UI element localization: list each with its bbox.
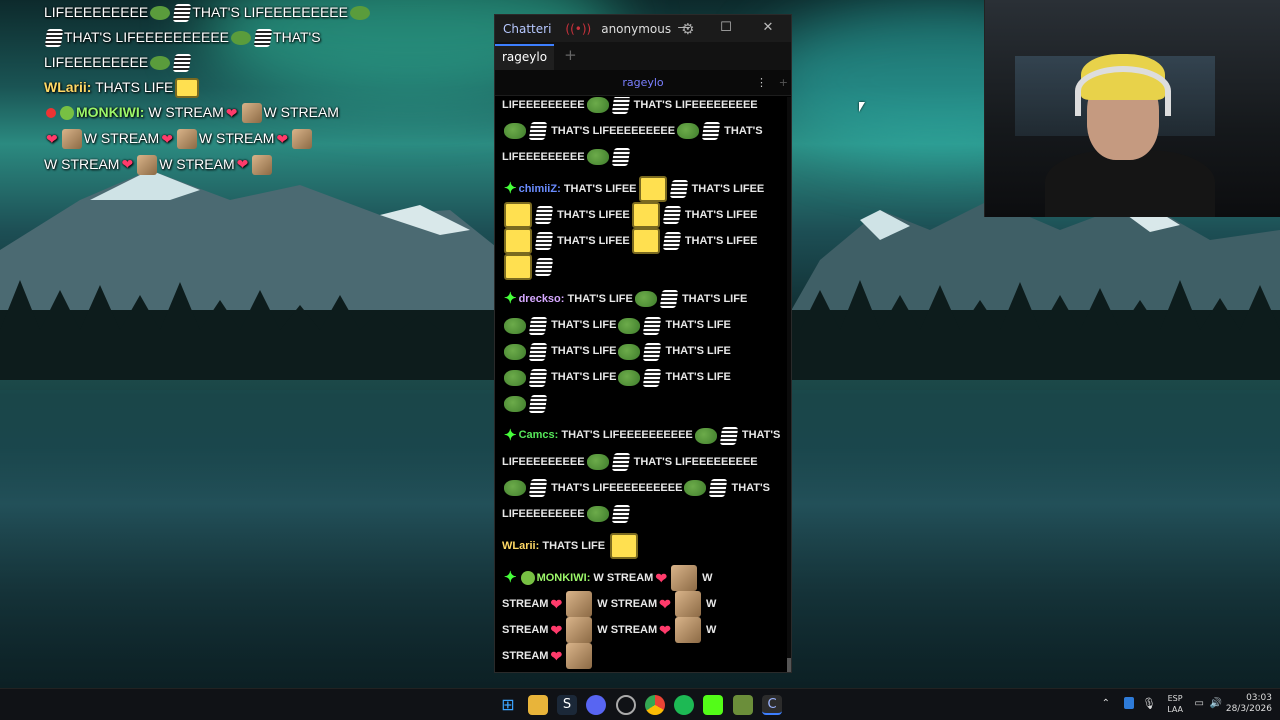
stream-chat-overlay: LIFEEEEEEEEE THAT'S LIFEEEEEEEEE THAT'S L… [44,0,374,180]
channel-title[interactable]: rageylo [622,76,663,89]
overlay-line: ❤ W STREAM ❤ W STREAM ❤ [44,126,374,152]
split-menu-icon[interactable]: ⋮ [756,70,767,96]
chat-message: WLarii: THATS LIFE [502,532,784,559]
badge-icon: ✦ [504,290,517,308]
minecraft-icon[interactable] [733,695,753,715]
scrollbar-thumb[interactable] [787,658,791,672]
microphone-icon[interactable]: 🎙 [1142,697,1156,710]
kick-icon[interactable] [703,695,723,715]
overlay-line: WLarii: THATS LIFE [44,75,374,100]
title-bar[interactable]: Chatteri ((•)) anonymous ⚙ — ☐ ✕ [495,15,791,42]
chat-messages[interactable]: LIFEEEEEEEEE THAT'S LIFEEEEEEEEE THAT'S … [495,97,791,672]
chat-message: ✦ MONKIWI: W STREAM ❤ W STREAM ❤ W STREAM ❤ … [502,564,784,670]
overlay-username: MONKIWI [76,104,140,120]
overlay-line: W STREAM ❤ W STREAM ❤ [44,152,374,178]
badge-icon [520,570,535,585]
close-button[interactable]: ✕ [753,15,783,42]
start-icon[interactable]: ⊞ [498,695,518,715]
security-icon[interactable] [1124,697,1134,709]
chat-message: LIFEEEEEEEEE THAT'S LIFEEEEEEEEE THAT'S … [502,97,784,170]
chat-message: ✦ chimiiZ: THAT'S LIFEE THAT'S LIFEE THAT… [502,176,784,281]
chevron-up-icon[interactable]: ⌃ [1102,698,1110,709]
username[interactable]: chimiiZ [519,183,558,195]
discord-icon[interactable] [586,695,606,715]
add-tab-button[interactable]: + [564,46,577,70]
maximize-button[interactable]: ☐ [711,15,741,42]
username[interactable]: drecksо [519,293,561,305]
chatterino-window[interactable]: Chatteri ((•)) anonymous ⚙ — ☐ ✕ rageylo… [494,14,792,673]
taskbar: ⊞ S C ⌃ 🎙 ESP LAA ▭ 🔊 03:03 28/3/2026 [0,688,1280,720]
minimize-button[interactable]: — [669,15,699,42]
overlay-username: WLarii [44,79,87,95]
volume-icon[interactable]: 🔊 [1210,698,1222,709]
chat-message: ✦ Camcs: THAT'S LIFEEEEEEEEEE THAT'S LIFE… [502,422,784,526]
chatterino-taskbar-icon[interactable]: C [762,695,782,715]
username[interactable]: WLarii [502,540,536,552]
obs-icon[interactable] [616,695,636,715]
language-indicator[interactable]: ESP LAA [1167,693,1183,715]
mouse-cursor-icon [859,102,865,112]
account-switcher[interactable]: anonymous [601,22,671,36]
username[interactable]: MONKIWI [537,572,587,584]
app-title: Chatteri [503,21,552,36]
badge-icon: ✦ [504,568,517,586]
overlay-line: LIFEEEEEEEEE THAT'S LIFEEEEEEEEE [44,0,374,25]
webcam-person-body [1045,150,1215,217]
scrollbar[interactable] [787,97,791,672]
tab-rageylo[interactable]: rageylo [495,44,555,70]
add-split-button[interactable]: + [779,70,788,96]
webcam-headphones [1075,66,1171,116]
overlay-line: LIFEEEEEEEEE [44,50,374,75]
chrome-icon[interactable] [645,695,665,715]
tab-bar: rageylo + [495,42,791,70]
broadcast-icon[interactable]: ((•)) [565,22,591,36]
spotify-icon[interactable] [674,695,694,715]
file-explorer-icon[interactable] [528,695,548,715]
split-header[interactable]: rageylo ⋮ + [495,70,791,96]
badge-icon: ✦ [504,426,517,444]
overlay-line: THAT'S LIFEEEEEEEEEE THAT'S [44,25,374,50]
steam-icon[interactable]: S [557,695,577,715]
username[interactable]: Camcs [519,429,555,441]
badge-icon: ✦ [504,180,517,198]
network-icon[interactable]: ▭ [1195,698,1204,709]
clock[interactable]: 03:03 28/3/2026 [1226,693,1272,715]
overlay-line: MONKIWI: W STREAM ❤ W STREAM [44,100,374,126]
chat-message: ✦ drecksо: THAT'S LIFE THAT'S LIFE THAT'S… [502,286,784,416]
webcam-feed [984,0,1280,217]
